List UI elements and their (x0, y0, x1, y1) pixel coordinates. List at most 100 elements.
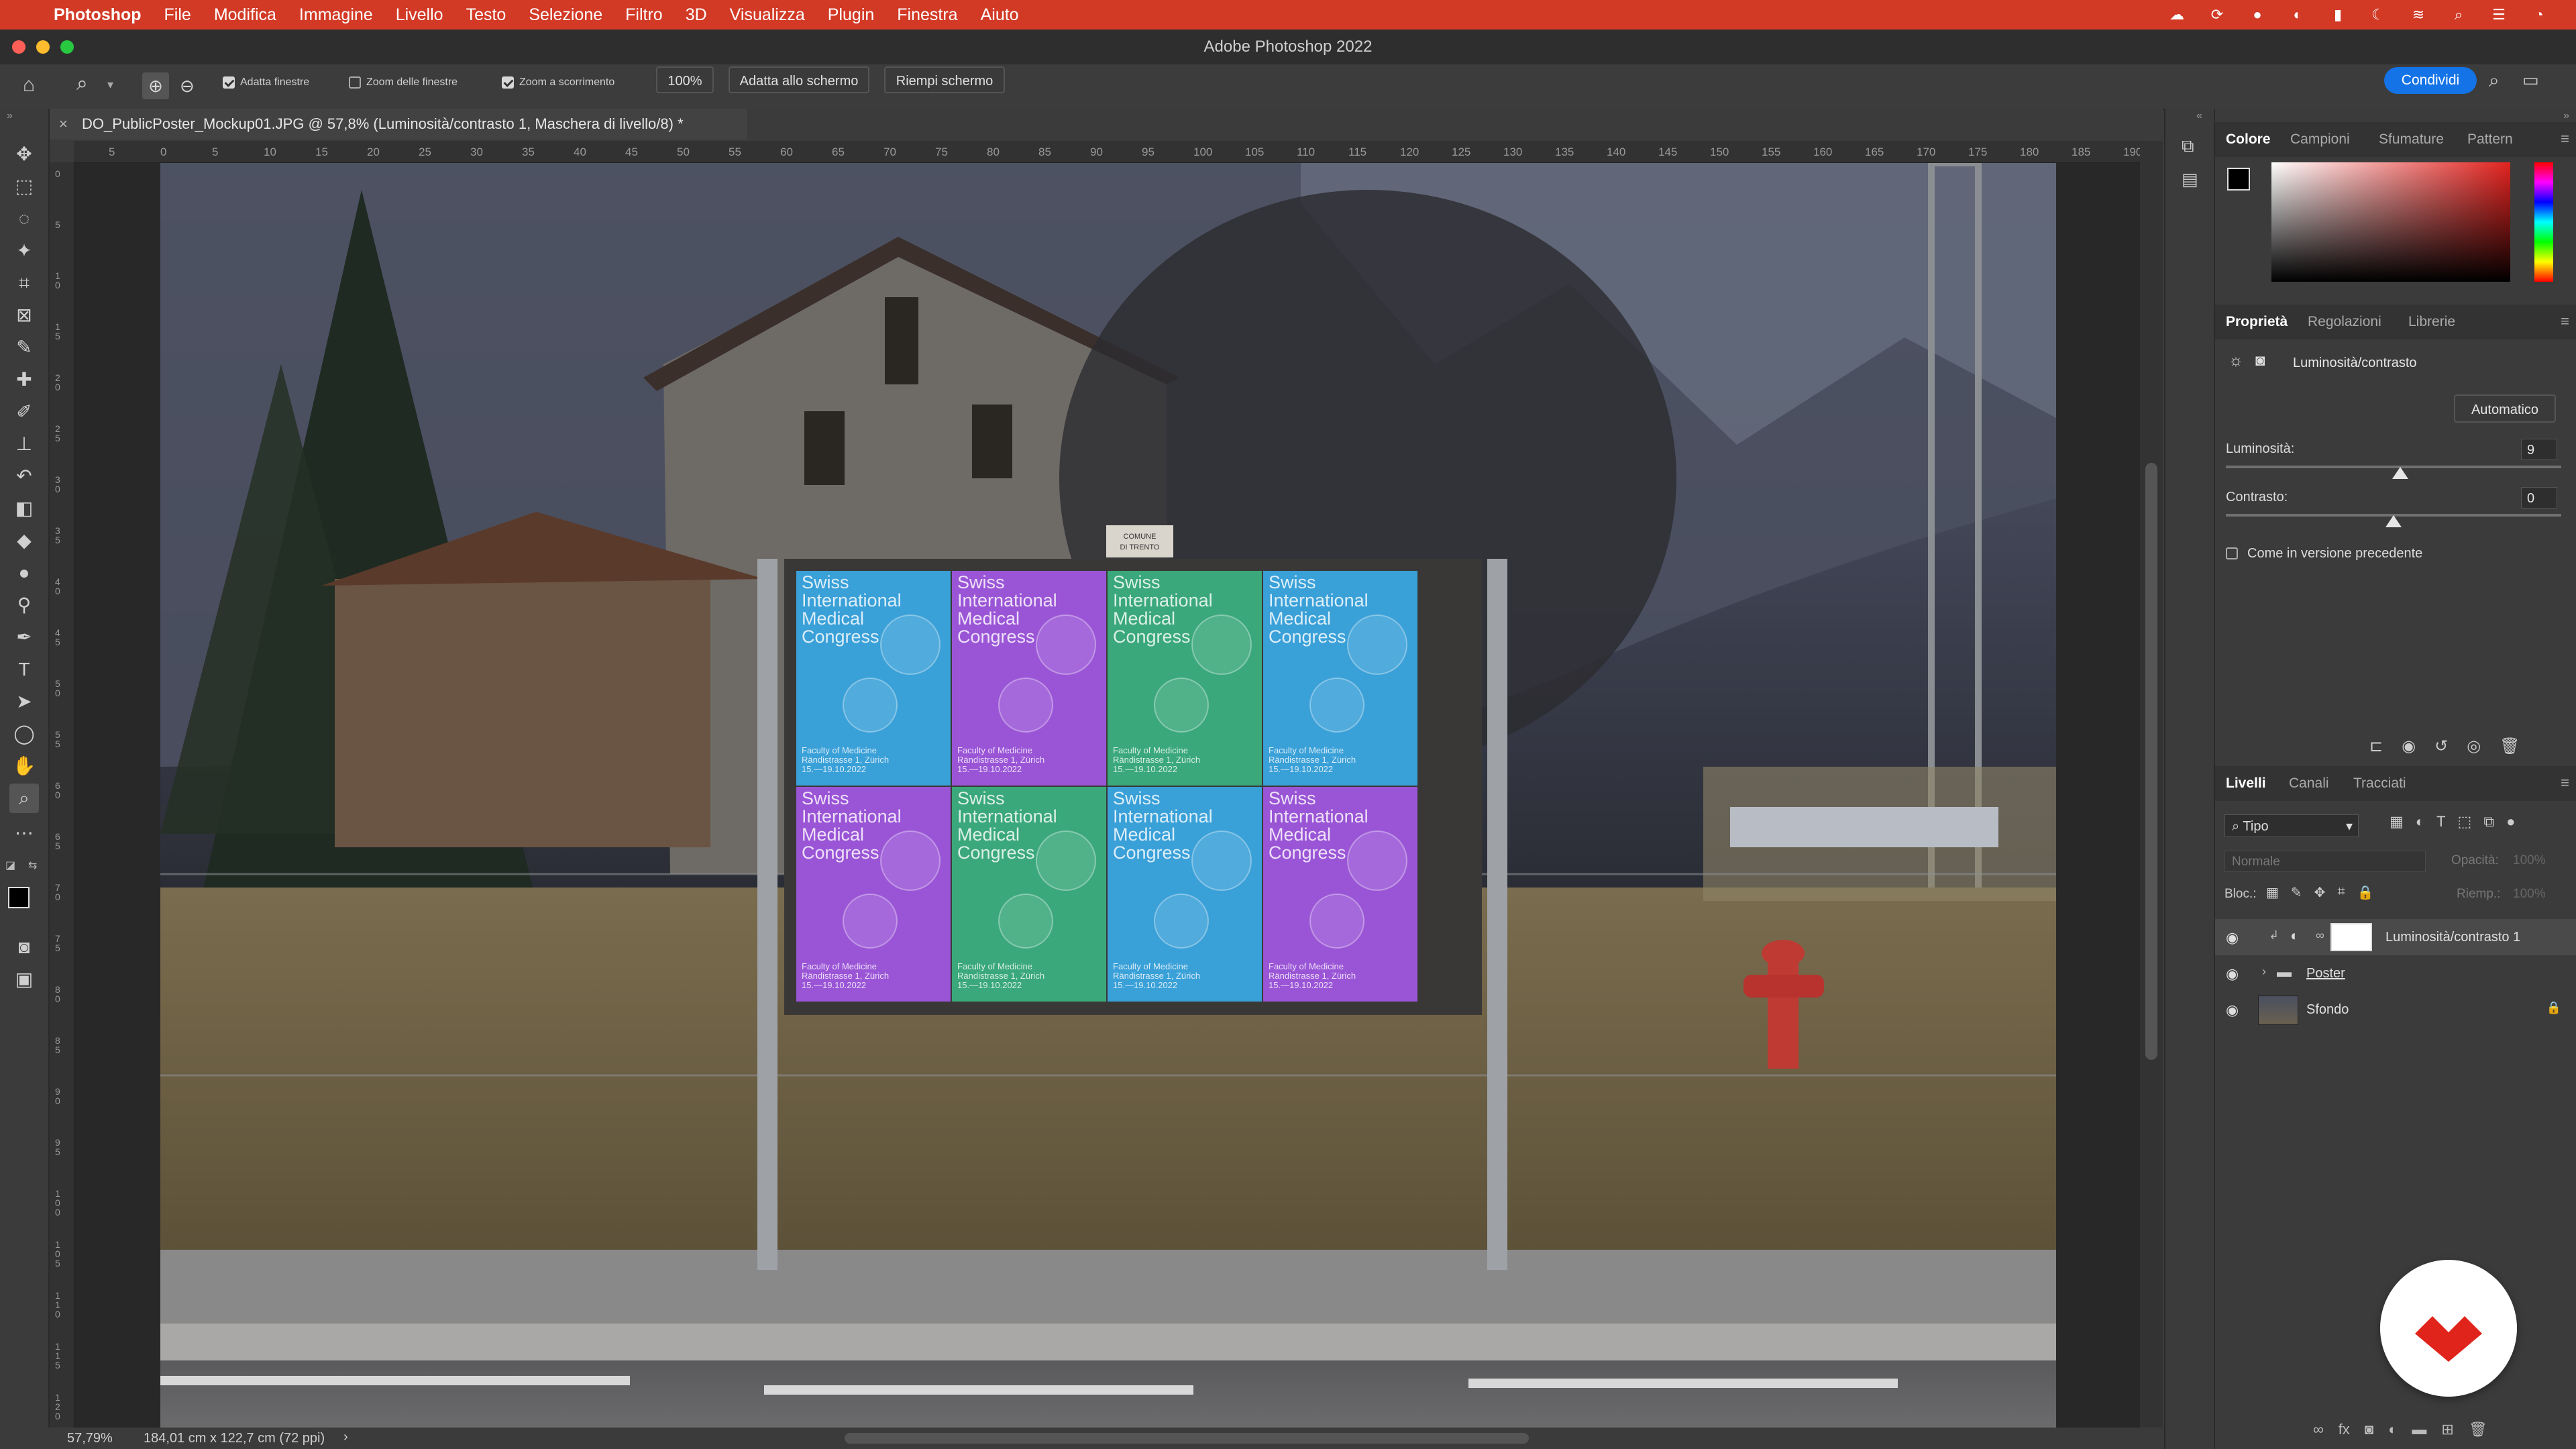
tab-layers[interactable]: Livelli (2226, 766, 2266, 801)
collapse-panels-icon[interactable]: « (2196, 110, 2202, 122)
scrubby-zoom-option[interactable]: Zoom a scorrimento (502, 76, 614, 89)
canvas-area[interactable]: COMUNE DI TRENTO Swiss International Medic… (74, 163, 2140, 1428)
search-icon[interactable]: ⌕ (2489, 70, 2500, 92)
comments-panel-icon[interactable]: ▤ (2182, 169, 2198, 190)
share-button[interactable]: Condividi (2384, 67, 2477, 94)
zoom-all-option[interactable]: Zoom delle finestre (349, 76, 458, 89)
menu-app-name[interactable]: Photoshop (54, 5, 142, 25)
tab-adjustments[interactable]: Regolazioni (2308, 305, 2381, 339)
zoom-out-icon[interactable]: ⊖ (180, 72, 195, 99)
fill-value[interactable]: 100% (2513, 887, 2546, 902)
vertical-scrollbar-thumb[interactable] (2145, 463, 2157, 1060)
status-menu-chevron-icon[interactable]: › (343, 1430, 348, 1445)
zoom-in-icon[interactable]: ⊕ (142, 72, 169, 99)
path-selection-tool-icon[interactable]: ➤ (9, 687, 39, 716)
control-center-icon[interactable]: ☰ (2489, 5, 2509, 25)
link-layers-icon[interactable]: ∞ (2313, 1421, 2324, 1438)
menu-type[interactable]: Testo (466, 5, 506, 25)
app-status-icon[interactable]: ◐ (2288, 5, 2308, 25)
color-panel-menu-icon[interactable]: ≡ (2561, 130, 2569, 148)
creative-cloud-icon[interactable]: ☁ (2167, 5, 2187, 25)
layer-name[interactable]: Sfondo (2306, 1002, 2349, 1018)
hue-slider[interactable] (2534, 162, 2553, 282)
mask-link-icon[interactable]: ∞ (2316, 928, 2324, 943)
record-icon[interactable]: ● (2247, 5, 2267, 25)
visibility-eye-icon[interactable]: ◉ (2226, 1002, 2239, 1019)
search-icon[interactable]: ⌕ (2449, 5, 2469, 25)
pen-tool-icon[interactable]: ✒ (9, 623, 39, 652)
history-panel-icon[interactable]: ⧉ (2182, 136, 2194, 157)
color-field[interactable] (2271, 162, 2510, 282)
tab-properties[interactable]: Proprietà (2226, 305, 2288, 339)
blend-mode-select[interactable]: Normale (2224, 851, 2426, 872)
marquee-tool-icon[interactable]: ⬚ (9, 172, 39, 201)
layer-row-brightness-contrast[interactable]: ◉ ↲ ◐ ∞ Luminosità/contrasto 1 (2215, 919, 2576, 955)
delete-adjustment-icon[interactable]: 🗑 (2500, 737, 2520, 756)
sync-icon[interactable]: ⟳ (2207, 5, 2227, 25)
move-tool-icon[interactable]: ✥ (9, 140, 39, 169)
tab-color[interactable]: Colore (2226, 122, 2271, 157)
tool-preset-chevron-icon[interactable]: ▾ (107, 78, 113, 92)
tab-patterns[interactable]: Pattern (2467, 122, 2513, 157)
blur-tool-icon[interactable]: ● (9, 558, 39, 588)
zoom-value-field[interactable]: 100% (656, 66, 714, 93)
layer-row-background[interactable]: ◉ Sfondo 🔒 (2215, 991, 2576, 1028)
tab-gradients[interactable]: Sfumature (2379, 122, 2444, 157)
layers-panel-menu-icon[interactable]: ≡ (2561, 774, 2569, 792)
expand-panels-icon[interactable]: » (2563, 110, 2569, 122)
paint-bucket-tool-icon[interactable]: ◆ (9, 526, 39, 555)
view-previous-icon[interactable]: ◉ (2402, 737, 2416, 756)
visibility-eye-icon[interactable]: ◉ (2226, 965, 2239, 983)
workspace-icon[interactable]: ▭ (2522, 70, 2539, 91)
layer-row-poster-group[interactable]: ◉ › ▬ Poster (2215, 955, 2576, 991)
legacy-checkbox[interactable] (2226, 547, 2238, 559)
scrubby-zoom-checkbox[interactable] (502, 76, 514, 89)
frame-tool-icon[interactable]: ⊠ (9, 301, 39, 330)
close-tab-icon[interactable]: × (59, 109, 68, 140)
zoom-level-readout[interactable]: 57,79% (67, 1431, 113, 1446)
crop-tool-icon[interactable]: ⌗ (9, 268, 39, 298)
default-colors-icon[interactable]: ◪ (5, 859, 15, 872)
dodge-tool-icon[interactable]: ⚲ (9, 590, 39, 620)
lock-transparency-icon[interactable]: ▦ (2266, 884, 2279, 901)
menu-filter[interactable]: Filtro (625, 5, 663, 25)
wifi-icon[interactable]: ≋ (2408, 5, 2428, 25)
filter-toggle-icon[interactable]: ● (2506, 813, 2515, 830)
layer-filter-select[interactable]: ⌕ Tipo ▾ (2224, 814, 2359, 837)
delete-layer-icon[interactable]: 🗑 (2469, 1421, 2487, 1438)
fit-windows-checkbox[interactable] (223, 76, 235, 89)
filter-pixel-icon[interactable]: ▦ (2390, 813, 2404, 830)
visibility-icon[interactable]: ◎ (2467, 737, 2481, 756)
brightness-value-field[interactable]: 9 (2521, 439, 2557, 460)
tab-paths[interactable]: Tracciati (2353, 766, 2406, 801)
menu-edit[interactable]: Modifica (214, 5, 276, 25)
horizontal-scrollbar-thumb[interactable] (845, 1433, 1529, 1444)
document-image[interactable]: COMUNE DI TRENTO Swiss International Medic… (160, 163, 2056, 1428)
filter-smart-object-icon[interactable]: ⧉ (2483, 813, 2494, 830)
flag-icon[interactable]: ▮ (2328, 5, 2348, 25)
visibility-eye-icon[interactable]: ◉ (2226, 929, 2239, 947)
tab-swatches[interactable]: Campioni (2290, 122, 2350, 157)
fit-screen-button[interactable]: Adatta allo schermo (729, 66, 869, 93)
layer-name[interactable]: Poster (2306, 966, 2345, 981)
screen-mode-icon[interactable]: ▣ (9, 965, 39, 994)
add-mask-icon[interactable]: ◙ (2365, 1421, 2373, 1438)
expand-group-chevron-icon[interactable]: › (2262, 965, 2266, 979)
menu-image[interactable]: Immagine (299, 5, 373, 25)
lock-position-icon[interactable]: ✥ (2314, 884, 2326, 901)
swap-colors-icon[interactable]: ⇆ (28, 859, 37, 872)
healing-brush-tool-icon[interactable]: ✚ (9, 365, 39, 394)
layer-style-icon[interactable]: fx (2339, 1421, 2350, 1438)
contrast-slider-thumb[interactable] (2385, 515, 2402, 527)
menu-view[interactable]: Visualizza (730, 5, 805, 25)
foreground-color-swatch[interactable] (8, 887, 30, 908)
lock-all-icon[interactable]: 🔒 (2357, 884, 2374, 901)
menu-file[interactable]: File (164, 5, 191, 25)
opacity-value[interactable]: 100% (2513, 853, 2546, 868)
menu-3d[interactable]: 3D (686, 5, 707, 25)
eraser-tool-icon[interactable]: ◧ (9, 494, 39, 523)
filter-adjustment-icon[interactable]: ◐ (2416, 813, 2424, 830)
new-adjustment-icon[interactable]: ◐ (2388, 1421, 2397, 1438)
lock-pixels-icon[interactable]: ✎ (2291, 884, 2302, 901)
zoom-tool-active-icon[interactable]: ⌕ (9, 784, 39, 813)
